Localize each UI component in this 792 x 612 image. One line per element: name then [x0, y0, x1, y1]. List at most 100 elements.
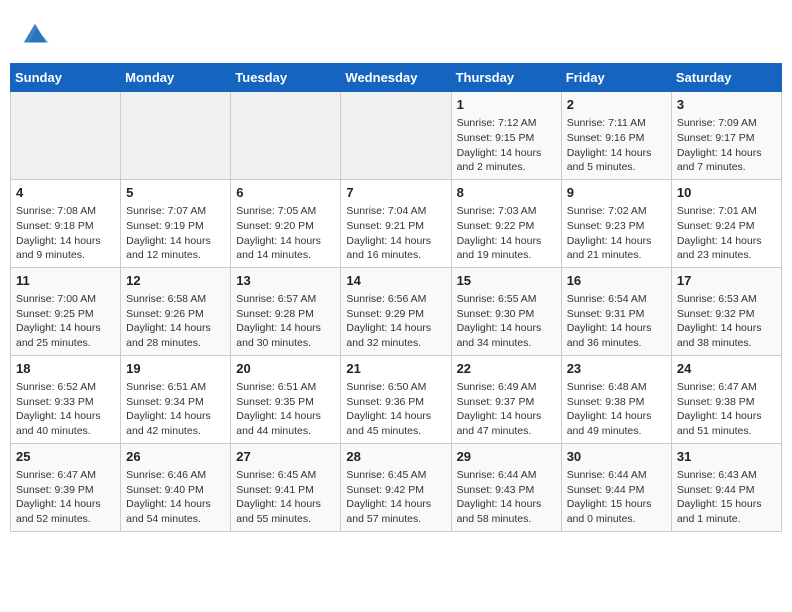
day-info: Sunrise: 7:03 AM Sunset: 9:22 PM Dayligh…	[457, 204, 556, 263]
day-info: Sunrise: 6:46 AM Sunset: 9:40 PM Dayligh…	[126, 468, 225, 527]
day-info: Sunrise: 6:49 AM Sunset: 9:37 PM Dayligh…	[457, 380, 556, 439]
day-info: Sunrise: 6:48 AM Sunset: 9:38 PM Dayligh…	[567, 380, 666, 439]
day-cell-2: 2 Sunrise: 7:11 AM Sunset: 9:16 PM Daylig…	[561, 92, 671, 180]
header-thursday: Thursday	[451, 64, 561, 92]
day-info: Sunrise: 6:58 AM Sunset: 9:26 PM Dayligh…	[126, 292, 225, 351]
day-info: Sunrise: 7:02 AM Sunset: 9:23 PM Dayligh…	[567, 204, 666, 263]
header-sunday: Sunday	[11, 64, 121, 92]
day-number: 8	[457, 184, 556, 202]
day-cell-17: 17 Sunrise: 6:53 AM Sunset: 9:32 PM Dayli…	[671, 267, 781, 355]
day-info: Sunrise: 6:47 AM Sunset: 9:38 PM Dayligh…	[677, 380, 776, 439]
day-number: 1	[457, 96, 556, 114]
day-cell-18: 18 Sunrise: 6:52 AM Sunset: 9:33 PM Dayli…	[11, 355, 121, 443]
day-number: 3	[677, 96, 776, 114]
day-cell-16: 16 Sunrise: 6:54 AM Sunset: 9:31 PM Dayli…	[561, 267, 671, 355]
header-saturday: Saturday	[671, 64, 781, 92]
day-number: 15	[457, 272, 556, 290]
day-info: Sunrise: 6:47 AM Sunset: 9:39 PM Dayligh…	[16, 468, 115, 527]
logo-icon	[20, 20, 50, 50]
day-number: 7	[346, 184, 445, 202]
day-number: 30	[567, 448, 666, 466]
day-number: 26	[126, 448, 225, 466]
day-cell-3: 3 Sunrise: 7:09 AM Sunset: 9:17 PM Daylig…	[671, 92, 781, 180]
day-info: Sunrise: 6:53 AM Sunset: 9:32 PM Dayligh…	[677, 292, 776, 351]
day-number: 4	[16, 184, 115, 202]
day-cell-26: 26 Sunrise: 6:46 AM Sunset: 9:40 PM Dayli…	[121, 443, 231, 531]
day-info: Sunrise: 6:44 AM Sunset: 9:44 PM Dayligh…	[567, 468, 666, 527]
day-number: 19	[126, 360, 225, 378]
day-number: 9	[567, 184, 666, 202]
day-info: Sunrise: 7:11 AM Sunset: 9:16 PM Dayligh…	[567, 116, 666, 175]
week-row-3: 11Sunrise: 7:00 AM Sunset: 9:25 PM Dayli…	[11, 267, 782, 355]
day-info: Sunrise: 6:51 AM Sunset: 9:35 PM Dayligh…	[236, 380, 335, 439]
header-monday: Monday	[121, 64, 231, 92]
day-cell-15: 15 Sunrise: 6:55 AM Sunset: 9:30 PM Dayli…	[451, 267, 561, 355]
day-cell-8: 8 Sunrise: 7:03 AM Sunset: 9:22 PM Daylig…	[451, 179, 561, 267]
page-header	[10, 10, 782, 55]
empty-cell	[11, 92, 121, 180]
day-info: Sunrise: 6:54 AM Sunset: 9:31 PM Dayligh…	[567, 292, 666, 351]
day-number: 20	[236, 360, 335, 378]
day-number: 24	[677, 360, 776, 378]
header-tuesday: Tuesday	[231, 64, 341, 92]
day-cell-1: 1 Sunrise: 7:12 AM Sunset: 9:15 PM Daylig…	[451, 92, 561, 180]
day-cell-14: 14Sunrise: 6:56 AM Sunset: 9:29 PM Dayli…	[341, 267, 451, 355]
day-info: Sunrise: 6:51 AM Sunset: 9:34 PM Dayligh…	[126, 380, 225, 439]
day-info: Sunrise: 7:04 AM Sunset: 9:21 PM Dayligh…	[346, 204, 445, 263]
day-cell-23: 23 Sunrise: 6:48 AM Sunset: 9:38 PM Dayli…	[561, 355, 671, 443]
logo	[20, 20, 54, 50]
day-info: Sunrise: 6:50 AM Sunset: 9:36 PM Dayligh…	[346, 380, 445, 439]
day-cell-24: 24 Sunrise: 6:47 AM Sunset: 9:38 PM Dayli…	[671, 355, 781, 443]
day-number: 21	[346, 360, 445, 378]
day-number: 10	[677, 184, 776, 202]
day-cell-9: 9 Sunrise: 7:02 AM Sunset: 9:23 PM Daylig…	[561, 179, 671, 267]
day-cell-28: 28Sunrise: 6:45 AM Sunset: 9:42 PM Dayli…	[341, 443, 451, 531]
day-info: Sunrise: 7:05 AM Sunset: 9:20 PM Dayligh…	[236, 204, 335, 263]
days-header-row: SundayMondayTuesdayWednesdayThursdayFrid…	[11, 64, 782, 92]
day-cell-13: 13 Sunrise: 6:57 AM Sunset: 9:28 PM Dayli…	[231, 267, 341, 355]
day-info: Sunrise: 7:08 AM Sunset: 9:18 PM Dayligh…	[16, 204, 115, 263]
day-number: 2	[567, 96, 666, 114]
day-number: 17	[677, 272, 776, 290]
day-info: Sunrise: 7:01 AM Sunset: 9:24 PM Dayligh…	[677, 204, 776, 263]
day-number: 6	[236, 184, 335, 202]
day-number: 13	[236, 272, 335, 290]
day-info: Sunrise: 7:00 AM Sunset: 9:25 PM Dayligh…	[16, 292, 115, 351]
week-row-4: 18 Sunrise: 6:52 AM Sunset: 9:33 PM Dayli…	[11, 355, 782, 443]
day-info: Sunrise: 6:44 AM Sunset: 9:43 PM Dayligh…	[457, 468, 556, 527]
day-info: Sunrise: 6:56 AM Sunset: 9:29 PM Dayligh…	[346, 292, 445, 351]
day-info: Sunrise: 6:52 AM Sunset: 9:33 PM Dayligh…	[16, 380, 115, 439]
header-wednesday: Wednesday	[341, 64, 451, 92]
day-number: 16	[567, 272, 666, 290]
day-cell-6: 6 Sunrise: 7:05 AM Sunset: 9:20 PM Daylig…	[231, 179, 341, 267]
calendar-table: SundayMondayTuesdayWednesdayThursdayFrid…	[10, 63, 782, 532]
day-cell-22: 22 Sunrise: 6:49 AM Sunset: 9:37 PM Dayli…	[451, 355, 561, 443]
day-cell-4: 4 Sunrise: 7:08 AM Sunset: 9:18 PM Daylig…	[11, 179, 121, 267]
day-number: 31	[677, 448, 776, 466]
empty-cell	[341, 92, 451, 180]
day-info: Sunrise: 6:57 AM Sunset: 9:28 PM Dayligh…	[236, 292, 335, 351]
day-number: 12	[126, 272, 225, 290]
day-cell-12: 12 Sunrise: 6:58 AM Sunset: 9:26 PM Dayli…	[121, 267, 231, 355]
day-info: Sunrise: 7:09 AM Sunset: 9:17 PM Dayligh…	[677, 116, 776, 175]
day-cell-20: 20 Sunrise: 6:51 AM Sunset: 9:35 PM Dayli…	[231, 355, 341, 443]
day-cell-10: 10 Sunrise: 7:01 AM Sunset: 9:24 PM Dayli…	[671, 179, 781, 267]
day-info: Sunrise: 7:07 AM Sunset: 9:19 PM Dayligh…	[126, 204, 225, 263]
day-cell-19: 19 Sunrise: 6:51 AM Sunset: 9:34 PM Dayli…	[121, 355, 231, 443]
day-cell-31: 31Sunrise: 6:43 AM Sunset: 9:44 PM Dayli…	[671, 443, 781, 531]
day-number: 27	[236, 448, 335, 466]
day-info: Sunrise: 6:55 AM Sunset: 9:30 PM Dayligh…	[457, 292, 556, 351]
day-number: 18	[16, 360, 115, 378]
day-info: Sunrise: 6:45 AM Sunset: 9:41 PM Dayligh…	[236, 468, 335, 527]
day-cell-25: 25Sunrise: 6:47 AM Sunset: 9:39 PM Dayli…	[11, 443, 121, 531]
day-cell-29: 29 Sunrise: 6:44 AM Sunset: 9:43 PM Dayli…	[451, 443, 561, 531]
day-cell-5: 5Sunrise: 7:07 AM Sunset: 9:19 PM Daylig…	[121, 179, 231, 267]
day-number: 29	[457, 448, 556, 466]
day-cell-21: 21 Sunrise: 6:50 AM Sunset: 9:36 PM Dayli…	[341, 355, 451, 443]
day-number: 22	[457, 360, 556, 378]
day-number: 23	[567, 360, 666, 378]
header-friday: Friday	[561, 64, 671, 92]
week-row-2: 4 Sunrise: 7:08 AM Sunset: 9:18 PM Daylig…	[11, 179, 782, 267]
day-cell-30: 30 Sunrise: 6:44 AM Sunset: 9:44 PM Dayli…	[561, 443, 671, 531]
day-info: Sunrise: 7:12 AM Sunset: 9:15 PM Dayligh…	[457, 116, 556, 175]
